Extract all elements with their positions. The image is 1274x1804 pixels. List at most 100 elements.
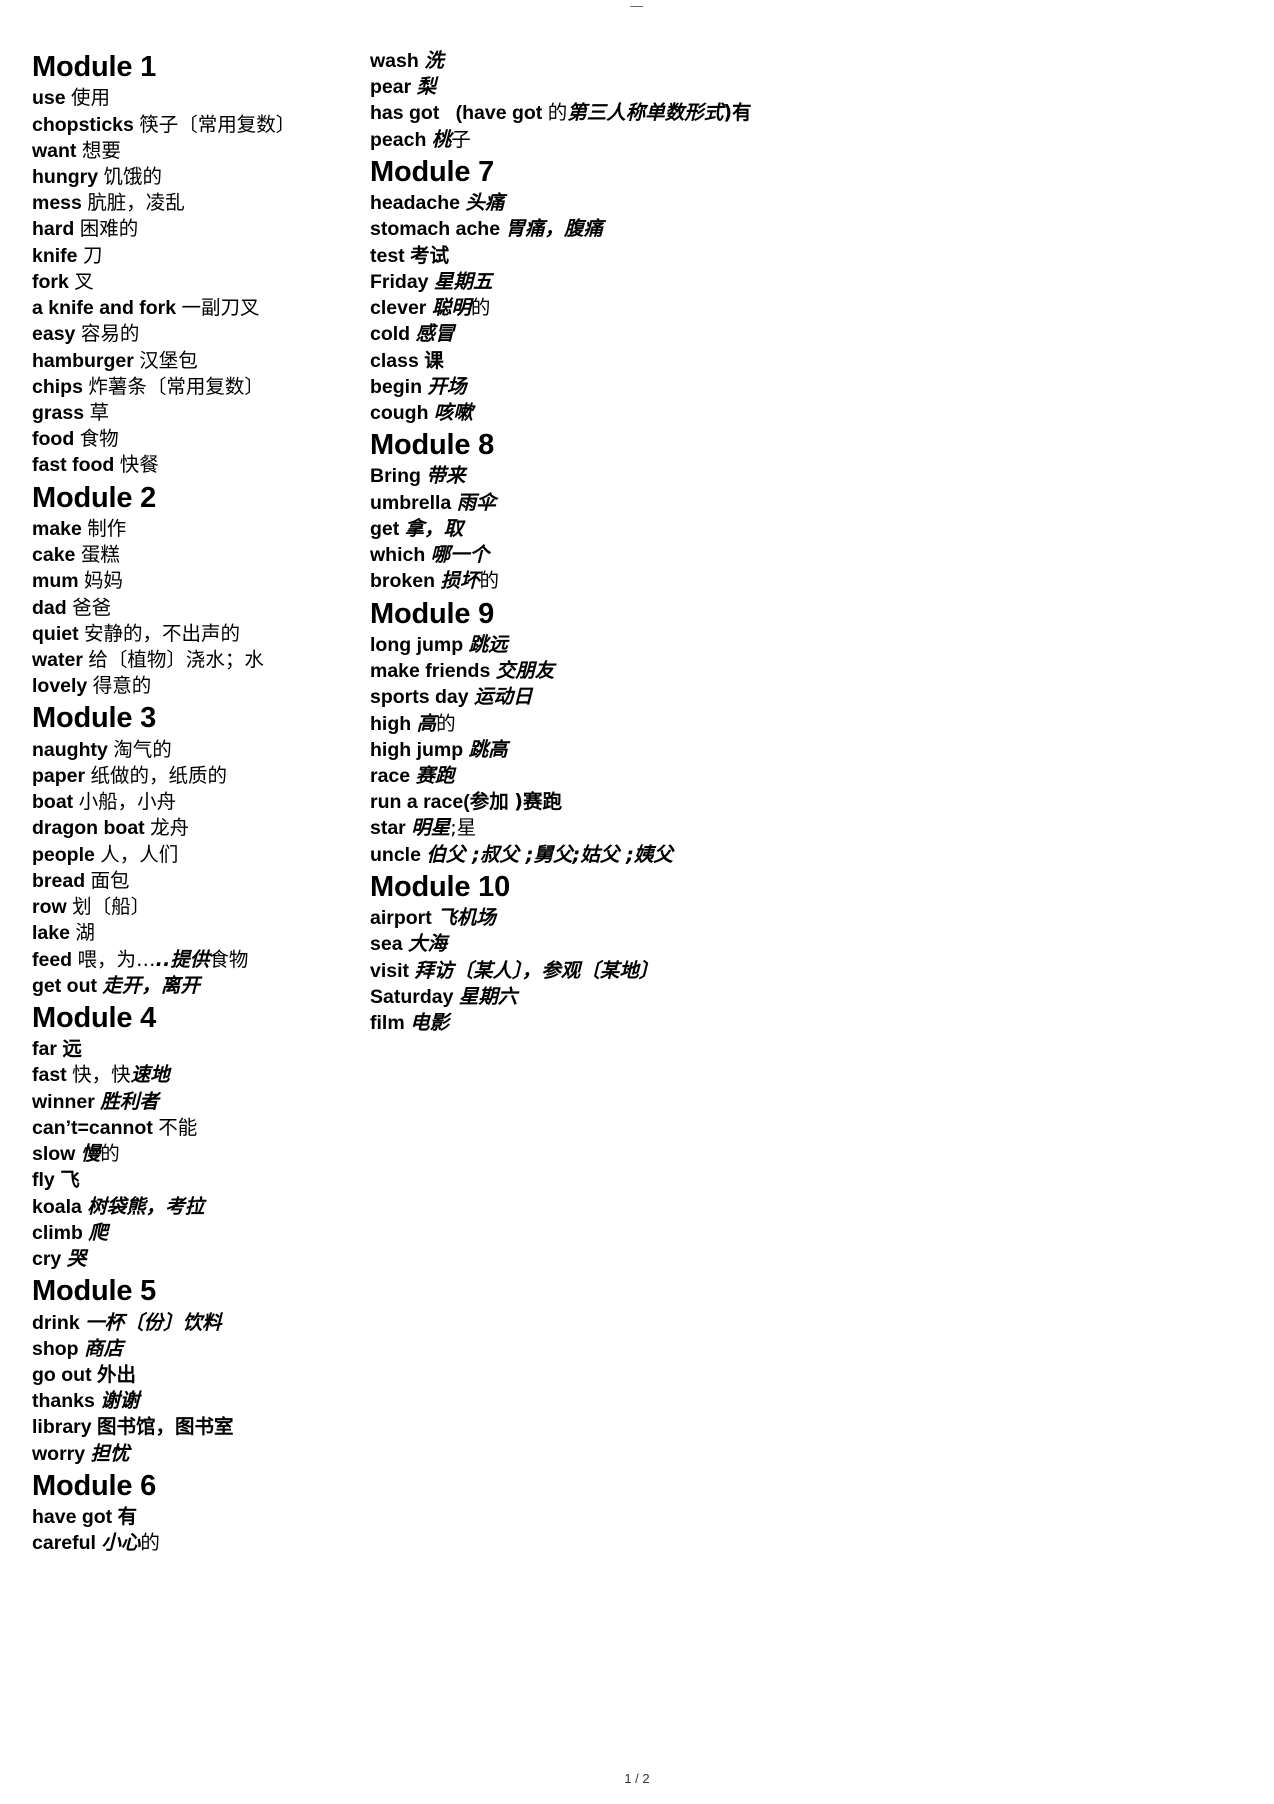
- entry-chinese: 淘气的: [113, 737, 172, 761]
- vocabulary-entry: chopsticks 筷子〔常用复数〕: [32, 112, 370, 138]
- entry-english: stomach ache: [370, 218, 506, 241]
- vocabulary-entry: lake 湖: [32, 920, 370, 946]
- entry-english: cold: [370, 323, 416, 346]
- entry-english: fly: [32, 1169, 61, 1192]
- vocabulary-entry: thanks 谢谢: [32, 1388, 370, 1414]
- vocabulary-entry: peach 桃子: [370, 127, 770, 153]
- vocabulary-entry: which 哪一个: [370, 542, 770, 568]
- vocabulary-entry: cake 蛋糕: [32, 542, 370, 568]
- page-top-mark: —: [630, 0, 644, 13]
- entry-chinese-tail: 的: [479, 569, 499, 593]
- vocabulary-entry: Saturday 星期六: [370, 984, 770, 1010]
- vocabulary-entry: worry 担忧: [32, 1441, 370, 1467]
- entry-chinese: 树袋熊，考拉: [87, 1194, 205, 1218]
- entry-english: climb: [32, 1221, 89, 1244]
- entry-english: test: [370, 244, 411, 267]
- entry-english: row: [32, 896, 73, 919]
- entry-chinese: 洗: [424, 49, 444, 72]
- entry-english: class: [370, 349, 425, 372]
- vocabulary-entry: winner 胜利者: [32, 1089, 370, 1115]
- vocabulary-entry: quiet 安静的，不出声的: [32, 621, 370, 647]
- entry-chinese: 一杯〔份〕饮料: [85, 1310, 222, 1334]
- entry-chinese: 刀: [82, 243, 103, 267]
- vocabulary-entry: go out 外出: [32, 1362, 370, 1388]
- entry-chinese: 运动日: [474, 685, 533, 709]
- entry-chinese-tail: 的: [100, 1142, 120, 1166]
- entry-english: film: [370, 1012, 411, 1035]
- vocabulary-entry: feed 喂，为…..提供食物: [32, 947, 370, 973]
- entry-chinese: 飞机场: [437, 906, 496, 930]
- vocabulary-entry: visit 拜访〔某人〕，参观〔某地〕: [370, 958, 770, 984]
- entry-english: knife: [32, 244, 83, 267]
- entry-chinese: 考试: [410, 243, 450, 267]
- entry-english: lake: [32, 922, 76, 945]
- module-heading: Module 8: [370, 429, 495, 462]
- entry-chinese-emphasis: 小心: [101, 1531, 141, 1555]
- entry-chinese: 跳远: [468, 632, 508, 656]
- entry-chinese: 哪一个: [430, 543, 490, 567]
- vocabulary-entry: begin 开场: [370, 374, 770, 400]
- entry-chinese: 妈妈: [84, 569, 124, 593]
- vocabulary-entry: grass 草: [32, 400, 370, 426]
- entry-chinese: 有: [117, 1505, 138, 1529]
- document-page: — Module 1 use 使用 chopsticks 筷子〔常用复数〕 want …: [0, 0, 1274, 1804]
- entry-english: begin: [370, 375, 428, 398]
- entry-chinese: 胜利者: [100, 1089, 159, 1113]
- entry-chinese-tail: 的: [140, 1531, 160, 1555]
- entry-english: headache: [370, 192, 466, 215]
- entry-chinese: 得意的: [92, 674, 152, 698]
- entry-english: Friday: [370, 270, 434, 293]
- entry-chinese: 想要: [81, 138, 121, 162]
- entry-chinese: 咳嗽: [433, 400, 473, 424]
- left-column: Module 1 use 使用 chopsticks 筷子〔常用复数〕 want 想要…: [0, 48, 370, 1557]
- entry-english: airport: [370, 907, 438, 930]
- entry-chinese: 飞: [60, 1168, 80, 1192]
- module-heading: Module 1: [32, 51, 157, 83]
- entry-chinese: 赛跑: [415, 763, 455, 787]
- vocabulary-entry: uncle 伯父 ;叔父 ;舅父;姑父 ;姨父: [370, 842, 770, 868]
- vocabulary-entry: careful 小心的: [32, 1530, 370, 1556]
- entry-chinese-emphasis: 桃: [431, 127, 452, 151]
- entry-chinese-tail: 食物: [209, 947, 249, 971]
- entry-english: run a race(参加: [370, 791, 515, 814]
- entry-english: slow: [32, 1143, 81, 1166]
- entry-english: umbrella: [370, 491, 457, 514]
- entry-english: hard: [32, 218, 80, 241]
- vocabulary-entry: far 远: [32, 1036, 370, 1062]
- module-heading: Module 3: [32, 702, 157, 735]
- entry-english: long jump: [370, 633, 469, 656]
- vocabulary-entry: climb 爬: [32, 1220, 370, 1246]
- entry-english: high jump: [370, 738, 469, 761]
- entry-chinese: 图书馆，图书室: [97, 1415, 234, 1439]
- entry-english: water: [32, 649, 89, 671]
- entry-english: bread: [32, 869, 91, 892]
- entry-chinese: 使用: [71, 86, 111, 110]
- entry-chinese-emphasis: 速地: [130, 1063, 170, 1087]
- entry-english: broken: [370, 570, 441, 593]
- module-heading: Module 5: [32, 1275, 157, 1308]
- entry-chinese-emphasis: 慢: [80, 1142, 101, 1166]
- entry-english: which: [370, 544, 431, 567]
- entry-english: thanks: [32, 1390, 101, 1413]
- vocabulary-entry: lovely 得意的: [32, 673, 370, 699]
- entry-english: hamburger: [32, 349, 140, 372]
- vocabulary-entry: cold 感冒: [370, 321, 770, 347]
- module-heading: Module 10: [370, 870, 510, 903]
- entry-chinese: 快餐: [119, 453, 159, 477]
- vocabulary-entry: clever 聪明的: [370, 295, 770, 321]
- entry-english: chips: [32, 375, 89, 398]
- entry-english: mum: [32, 570, 85, 593]
- vocabulary-entry: cry 哭: [32, 1246, 370, 1272]
- vocabulary-entry: mum 妈妈: [32, 568, 370, 594]
- entry-english: chopsticks: [32, 113, 140, 136]
- vocabulary-entry: easy 容易的: [32, 321, 370, 347]
- vocabulary-entry: paper 纸做的，纸质的: [32, 763, 370, 789]
- vocabulary-entry: mess 肮脏，凌乱: [32, 190, 370, 216]
- vocabulary-entry: umbrella 雨伞: [370, 490, 770, 516]
- vocabulary-entry: star 明星;星: [370, 815, 770, 841]
- entry-chinese: 谢谢: [100, 1389, 140, 1413]
- entry-english: make: [32, 517, 88, 540]
- entry-chinese: 蛋糕: [80, 543, 120, 567]
- vocabulary-entry: Friday 星期五: [370, 269, 770, 295]
- vocabulary-entry: high 高的: [370, 711, 770, 737]
